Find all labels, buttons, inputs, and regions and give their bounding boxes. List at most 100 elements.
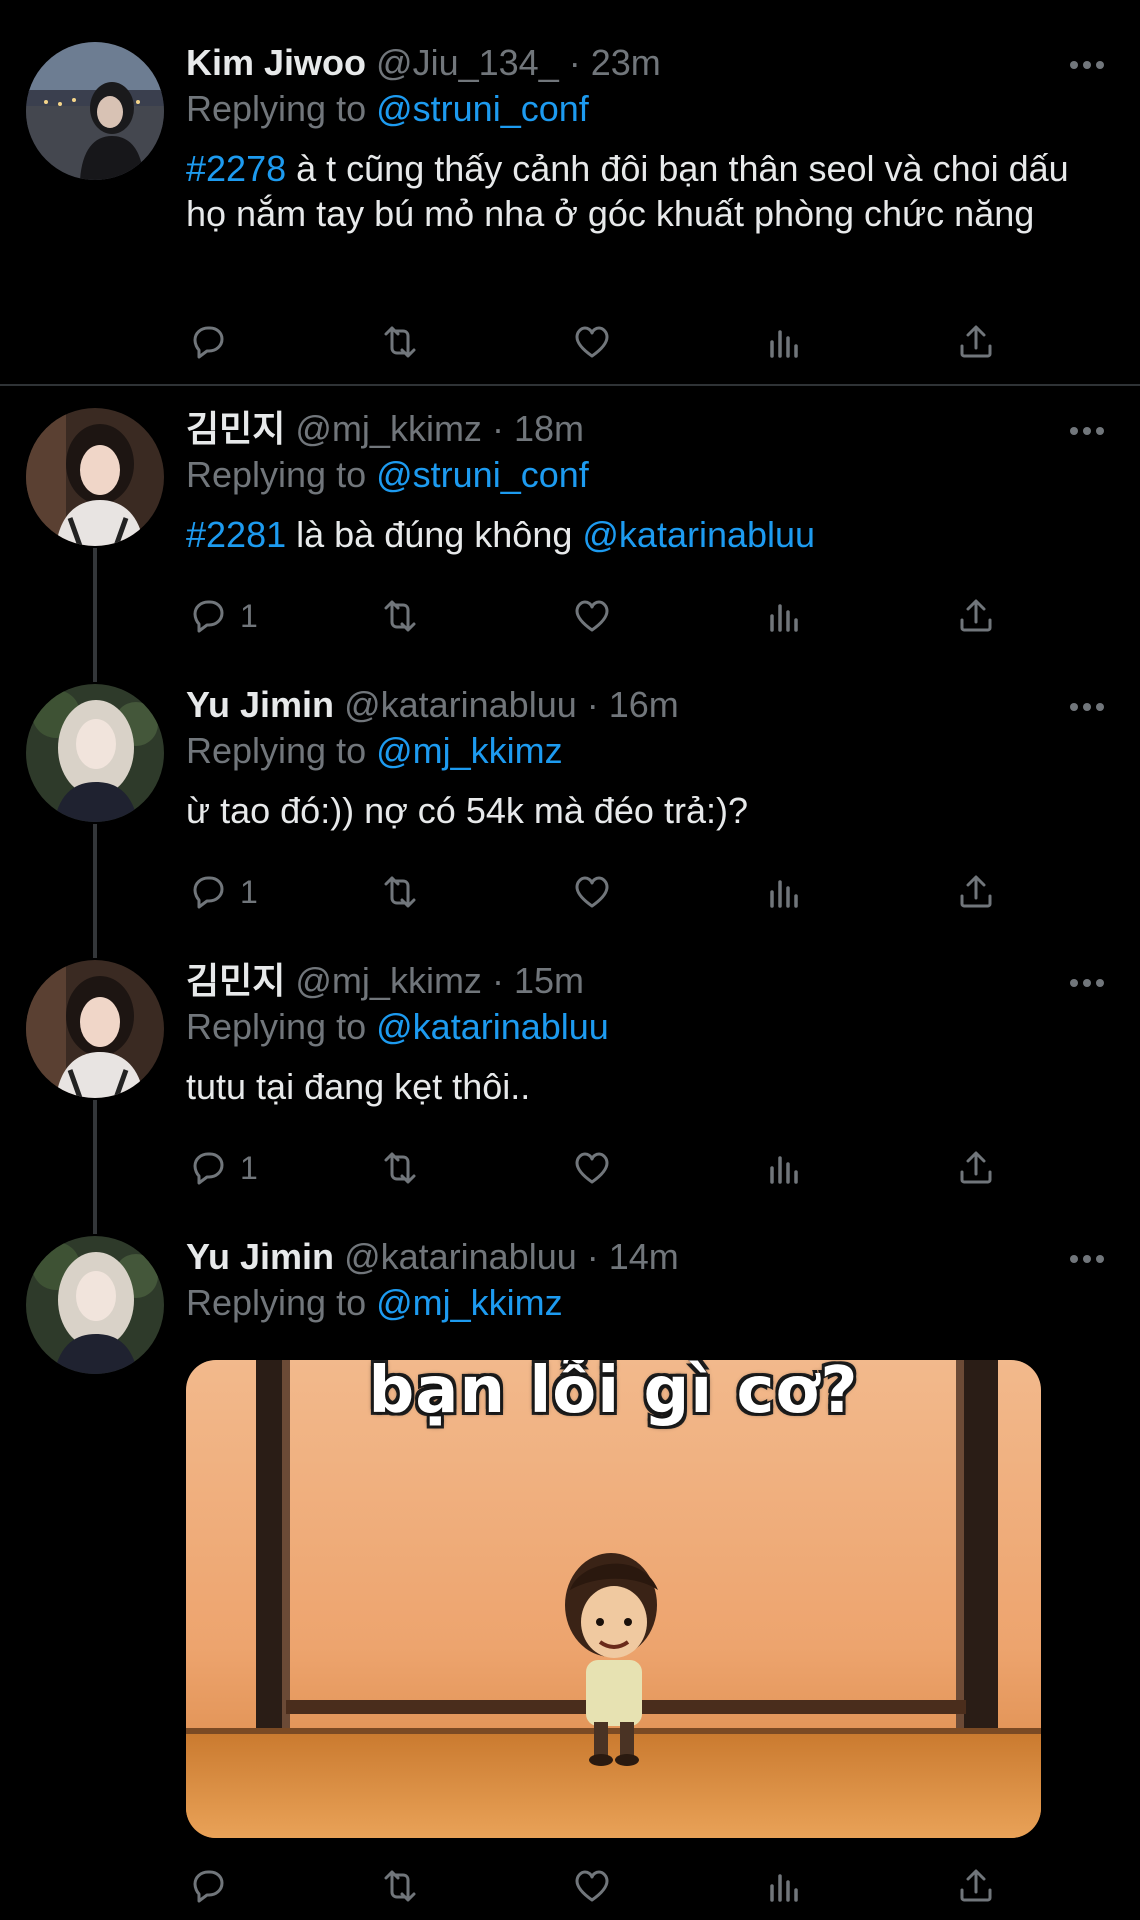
reply-icon [193,1870,224,1903]
replying-to-link[interactable]: @struni_conf [376,454,589,495]
heart-icon [575,1152,609,1184]
heart-icon [575,326,609,358]
like-button[interactable] [570,1864,614,1908]
tweet-text: tutu tại đang kẹt thôi.. [186,1064,1100,1109]
retweet-icon [384,1870,416,1902]
user-handle[interactable]: @Jiu_134_ [376,42,559,83]
user-handle[interactable]: @katarinabluu [344,1236,577,1277]
stats-icon [770,1156,798,1184]
replying-to-link[interactable]: @mj_kkimz [376,730,563,771]
tweet-media-image[interactable]: bạn lỗi gì cơ? [186,1360,1041,1838]
more-icon[interactable] [1070,978,1104,988]
avatar-kim-jiwoo[interactable] [26,42,164,180]
retweet-button[interactable] [378,870,422,914]
display-name[interactable]: Yu Jimin [186,684,334,725]
stats-button[interactable] [762,320,806,364]
action-bar: 1 [186,870,1006,914]
tweet-header: Kim Jiwoo @Jiu_134_ · 23m [186,40,1100,86]
reply-icon [193,1152,224,1185]
replying-to: Replying to @struni_conf [186,86,1100,132]
timestamp[interactable]: · 15m [492,960,584,1001]
user-handle[interactable]: @mj_kkimz [295,960,482,1001]
more-icon[interactable] [1070,702,1104,712]
share-icon [960,1151,992,1184]
avatar-kimminji[interactable] [26,408,164,546]
display-name[interactable]: Yu Jimin [186,1236,334,1277]
reply-button[interactable] [186,1864,230,1908]
replying-to-link[interactable]: @katarinabluu [376,1006,609,1047]
thread-connector [93,824,97,958]
share-button[interactable] [954,594,998,638]
retweet-button[interactable] [378,594,422,638]
display-name[interactable]: 김민지 [186,960,285,1001]
media-caption: bạn lỗi gì cơ? [368,1360,859,1428]
avatar-kimminji[interactable] [26,960,164,1098]
replying-to-link[interactable]: @struni_conf [376,88,589,129]
retweet-icon [384,876,416,908]
avatar-yujimin[interactable] [26,1236,164,1374]
tweet-text: ừ tao đó:)) nợ có 54k mà đéo trả:)? [186,788,1100,833]
tweet-body: à t cũng thấy cảnh đôi bạn thân seol và … [186,148,1069,234]
share-button[interactable] [954,870,998,914]
timestamp[interactable]: · 16m [587,684,679,725]
reply-button[interactable]: 1 [186,1146,258,1190]
more-icon[interactable] [1070,426,1104,436]
heart-icon [575,600,609,632]
reply-count: 1 [240,1149,258,1186]
avatar-yujimin[interactable] [26,684,164,822]
reply-icon [193,326,224,359]
display-name[interactable]: Kim Jiwoo [186,42,366,83]
like-button[interactable] [570,594,614,638]
stats-icon [770,604,798,632]
user-handle[interactable]: @mj_kkimz [295,408,482,449]
share-icon [960,599,992,632]
replying-label: Replying to [186,730,367,771]
hashtag-link[interactable]: #2278 [186,148,286,189]
replying-to: Replying to @katarinabluu [186,1004,1100,1050]
display-name[interactable]: 김민지 [186,408,285,449]
reply-count: 1 [240,597,258,634]
replying-to-link[interactable]: @mj_kkimz [376,1282,563,1323]
like-button[interactable] [570,320,614,364]
tweet-body: tutu tại đang kẹt thôi.. [186,1066,531,1107]
more-icon[interactable] [1070,1254,1104,1264]
thread-connector [93,1100,97,1234]
tweet-text: #2278 à t cũng thấy cảnh đôi bạn thân se… [186,146,1100,236]
timestamp[interactable]: · 18m [492,408,584,449]
heart-icon [575,876,609,908]
tweet-body: là bà đúng không [296,514,573,555]
tweet-body: ừ tao đó:)) nợ có 54k mà đéo trả:)? [186,790,748,831]
more-icon[interactable] [1070,60,1104,70]
stats-button[interactable] [762,870,806,914]
retweet-button[interactable] [378,320,422,364]
reply-button[interactable] [186,320,230,364]
replying-label: Replying to [186,454,367,495]
share-button[interactable] [954,1864,998,1908]
heart-icon [575,1870,609,1902]
timestamp[interactable]: · 14m [587,1236,679,1277]
mention-link[interactable]: @katarinabluu [582,514,815,555]
reply-button[interactable]: 1 [186,870,258,914]
share-icon [960,875,992,908]
stats-button[interactable] [762,594,806,638]
reply-button[interactable]: 1 [186,594,258,638]
reply-icon [193,876,224,909]
replying-to: Replying to @mj_kkimz [186,728,1100,774]
like-button[interactable] [570,870,614,914]
replying-to: Replying to @struni_conf [186,452,1100,498]
stats-button[interactable] [762,1864,806,1908]
retweet-button[interactable] [378,1146,422,1190]
stats-icon [770,1874,798,1902]
replying-label: Replying to [186,1282,367,1323]
timestamp[interactable]: · 23m [569,42,661,83]
hashtag-link[interactable]: #2281 [186,514,286,555]
stats-button[interactable] [762,1146,806,1190]
share-button[interactable] [954,320,998,364]
user-handle[interactable]: @katarinabluu [344,684,577,725]
reply-count: 1 [240,873,258,910]
share-button[interactable] [954,1146,998,1190]
action-bar [186,1864,1006,1908]
retweet-button[interactable] [378,1864,422,1908]
like-button[interactable] [570,1146,614,1190]
thread-connector [93,548,97,682]
